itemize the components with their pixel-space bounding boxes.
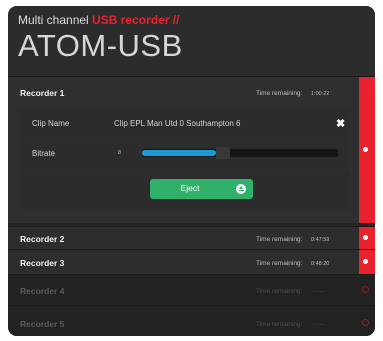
atom-usb-device: Multi channel USB recorder // ATOM-USB R… bbox=[8, 6, 375, 336]
recorder-5[interactable]: Recorder 5 Time remaining: -:--:-- bbox=[8, 305, 375, 336]
bitrate-slider-thumb[interactable] bbox=[216, 147, 230, 159]
time-remaining-value: -:--:-- bbox=[311, 289, 324, 295]
time-remaining-label: Time remaining: bbox=[256, 236, 303, 243]
status-dot bbox=[362, 286, 369, 293]
status-dot bbox=[363, 147, 368, 152]
recorder-name: Recorder 1 bbox=[20, 88, 65, 98]
eject-icon bbox=[236, 184, 246, 194]
subtitle-accent: USB recorder // bbox=[92, 13, 180, 27]
time-remaining-label: Time remaining: bbox=[256, 260, 303, 267]
recorder-name: Recorder 3 bbox=[20, 258, 65, 268]
recorder-1-status-bar bbox=[359, 77, 375, 223]
clip-name-row: Clip Name Clip EPL Man Utd 0 Southampton… bbox=[18, 109, 351, 138]
status-dot bbox=[363, 259, 368, 264]
bitrate-slider-fill bbox=[142, 150, 216, 156]
recorder-name: Recorder 4 bbox=[20, 286, 65, 296]
status-dot bbox=[363, 235, 368, 240]
recorder-2-status-bar bbox=[359, 227, 375, 249]
time-remaining-label: Time remaining: bbox=[256, 321, 303, 328]
time-remaining-value: 1:00:22 bbox=[311, 91, 330, 97]
bitrate-label: Bitrate bbox=[32, 149, 56, 158]
status-dot bbox=[362, 319, 369, 326]
eject-row: Eject bbox=[18, 169, 351, 209]
recorder-5-status-bar bbox=[359, 306, 375, 336]
time-remaining-value: 0:47:59 bbox=[311, 237, 330, 243]
time-remaining-label: Time remaining: bbox=[256, 90, 303, 97]
recorder-4[interactable]: Recorder 4 Time remaining: -:--:-- bbox=[8, 274, 375, 305]
recorder-1[interactable]: Recorder 1 Time remaining: 1:00:22 Clip … bbox=[8, 76, 375, 223]
bitrate-value: 8 bbox=[118, 150, 122, 156]
recorder-3[interactable]: Recorder 3 Time remaining: 0:48:20 bbox=[8, 249, 375, 274]
subtitle-text: Multi channel bbox=[18, 13, 93, 27]
recorder-3-status-bar bbox=[359, 250, 375, 274]
bitrate-slider[interactable] bbox=[142, 147, 338, 159]
recorder-4-status-bar bbox=[359, 275, 375, 305]
close-icon[interactable]: ✖ bbox=[336, 117, 345, 130]
recorder-2[interactable]: Recorder 2 Time remaining: 0:47:59 bbox=[8, 226, 375, 249]
time-remaining-value: -:--:-- bbox=[311, 322, 324, 328]
recorder-name: Recorder 2 bbox=[20, 234, 65, 244]
eject-button[interactable]: Eject bbox=[150, 179, 253, 199]
clip-name-label: Clip Name bbox=[32, 119, 70, 128]
header-subtitle: Multi channel USB recorder // bbox=[18, 13, 179, 27]
time-remaining-label: Time remaining: bbox=[256, 288, 303, 295]
recorder-name: Recorder 5 bbox=[20, 319, 65, 329]
header: Multi channel USB recorder // ATOM-USB bbox=[8, 6, 375, 76]
eject-label: Eject bbox=[180, 183, 200, 193]
time-remaining-value: 0:48:20 bbox=[311, 261, 330, 267]
clip-name-input[interactable]: Clip EPL Man Utd 0 Southampton 6 bbox=[114, 119, 240, 128]
device-title: ATOM-USB bbox=[18, 28, 183, 63]
bitrate-row: Bitrate 8 bbox=[18, 139, 351, 168]
